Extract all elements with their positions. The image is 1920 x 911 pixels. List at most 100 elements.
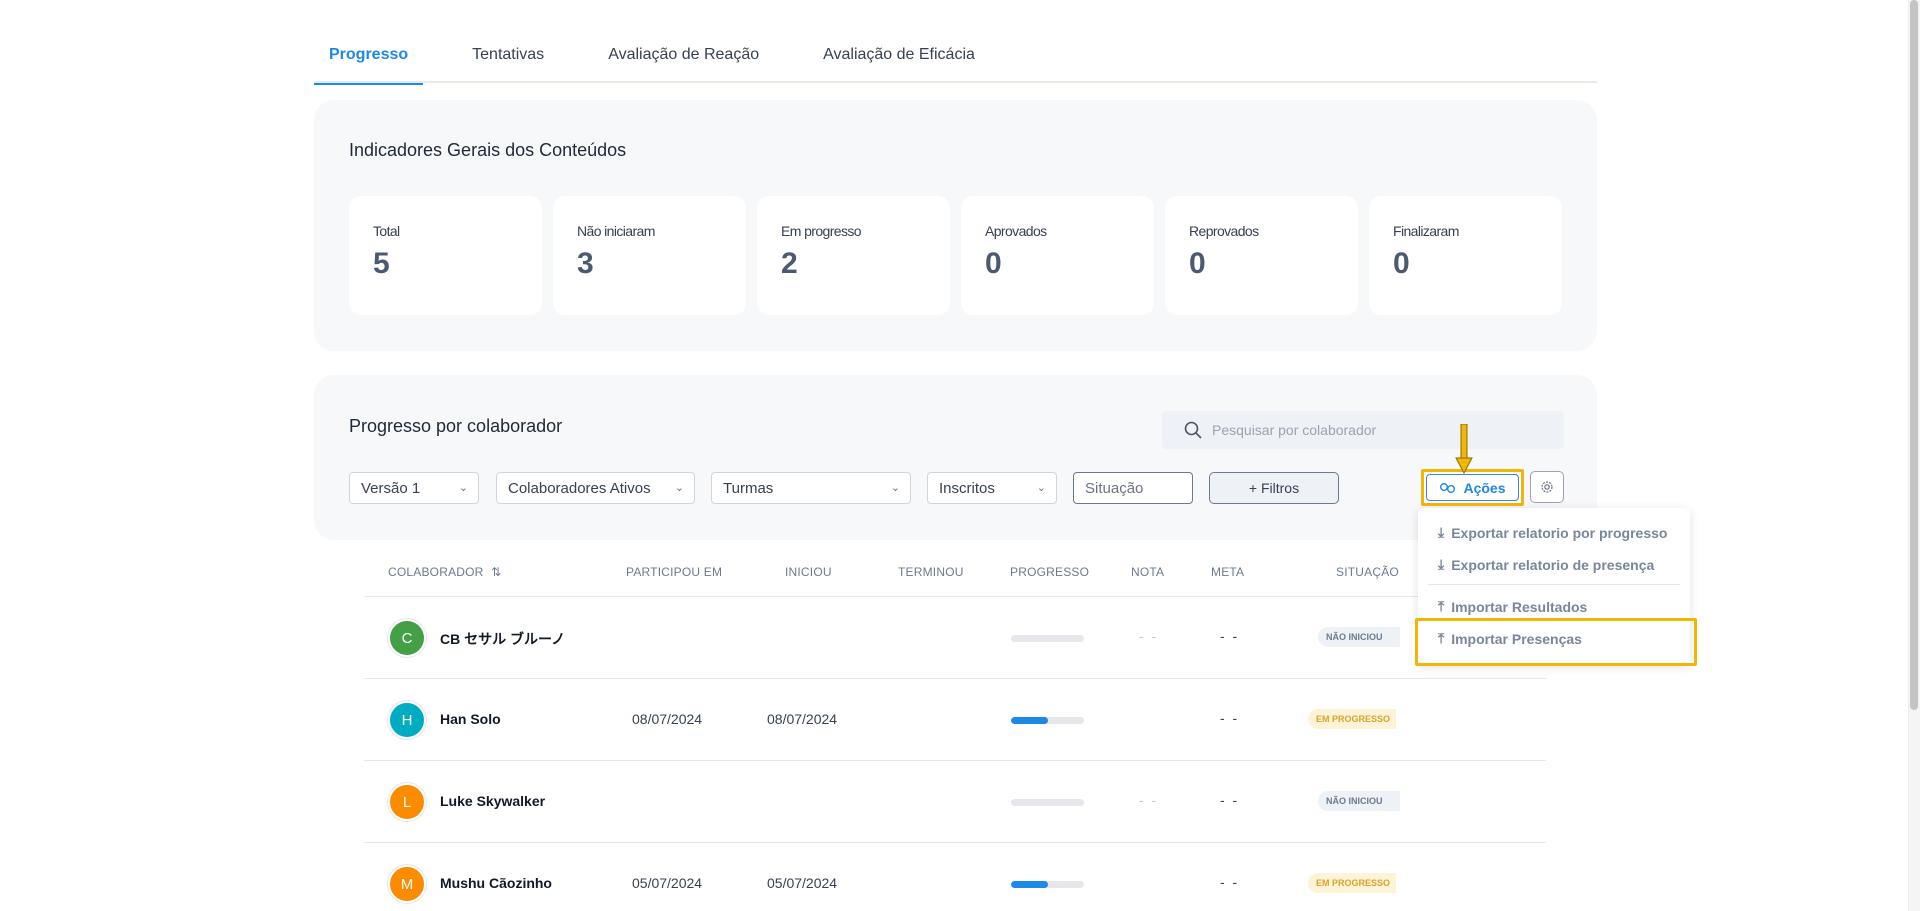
chevron-down-icon: ⌄	[1036, 482, 1046, 494]
goal-value: - -	[1220, 874, 1240, 890]
scrollbar-thumb[interactable]	[1910, 0, 1918, 710]
status-badge: EM PROGRESSO	[1308, 709, 1396, 729]
indicators-title: Indicadores Gerais dos Conteúdos	[349, 140, 627, 160]
goal-value: - -	[1220, 792, 1240, 808]
enrolled-select-value: Inscritos	[939, 480, 995, 497]
avatar: H	[388, 701, 426, 739]
menu-item-export-attendance[interactable]: ⤓ Exportar relatorio de presença	[1438, 556, 1654, 573]
indicator-value: 0	[1189, 247, 1206, 280]
table-row[interactable]: C CB セサル ブルーノ - - - - NÃO INICIOU	[364, 597, 1546, 679]
column-iniciou: INICIOU	[785, 565, 832, 579]
progress-bar	[1011, 881, 1084, 888]
started-date: 08/07/2024	[767, 711, 838, 727]
indicator-label: Reprovados	[1189, 223, 1259, 239]
settings-button[interactable]	[1530, 471, 1564, 503]
menu-item-label: Importar Resultados	[1451, 598, 1588, 615]
enrolled-select[interactable]: Inscritos ⌄	[927, 472, 1057, 504]
indicator-value: 5	[373, 247, 390, 280]
indicator-label: Aprovados	[985, 223, 1047, 239]
indicator-card-nao-iniciaram: Não iniciaram 3	[553, 196, 746, 315]
tab-bar: Progresso Tentativas Avaliação de Reação…	[314, 38, 1597, 85]
table-row[interactable]: M Mushu Cãozinho 05/07/2024 05/07/2024 -…	[364, 843, 1546, 911]
table-row[interactable]: H Han Solo 08/07/2024 08/07/2024 - - EM …	[364, 679, 1546, 761]
chevron-down-icon: ⌄	[674, 482, 684, 494]
avatar: C	[388, 619, 426, 657]
indicator-card-reprovados: Reprovados 0	[1165, 196, 1358, 315]
indicator-cards: Total 5 Não iniciaram 3 Em progresso 2 A…	[349, 196, 1562, 315]
table-header: COLABORADOR ⇅ PARTICIPOU EM INICIOU TERM…	[364, 555, 1546, 597]
indicator-card-finalizaram: Finalizaram 0	[1369, 196, 1562, 315]
indicator-card-aprovados: Aprovados 0	[961, 196, 1154, 315]
indicator-card-em-progresso: Em progresso 2	[757, 196, 950, 315]
tab-avaliacao-reacao[interactable]: Avaliação de Reação	[593, 38, 774, 83]
indicator-label: Total	[373, 223, 400, 239]
menu-item-label: Exportar relatorio de presença	[1451, 556, 1655, 573]
version-select[interactable]: Versão 1 ⌄	[349, 472, 479, 504]
version-select-value: Versão 1	[361, 480, 421, 497]
column-participou-em: PARTICIPOU EM	[626, 565, 723, 579]
column-progresso: PROGRESSO	[1010, 565, 1090, 579]
column-colaborador[interactable]: COLABORADOR ⇅	[388, 565, 501, 579]
indicator-value: 0	[985, 247, 1002, 280]
indicators-panel: Indicadores Gerais dos Conteúdos Total 5…	[314, 100, 1597, 351]
search-box[interactable]	[1162, 411, 1564, 449]
tab-tentativas[interactable]: Tentativas	[457, 38, 559, 83]
arrow-down-icon	[1455, 424, 1473, 474]
situation-field[interactable]: Situação	[1073, 472, 1193, 504]
indicator-value: 3	[577, 247, 594, 280]
status-badge: NÃO INICIOU	[1318, 791, 1400, 811]
chevron-down-icon: ⌄	[458, 482, 468, 494]
download-icon: ⤓	[1438, 524, 1445, 540]
menu-item-export-progress[interactable]: ⤓ Exportar relatorio por progresso	[1438, 524, 1667, 541]
started-date: 05/07/2024	[767, 875, 838, 891]
indicator-value: 2	[781, 247, 798, 280]
progress-bar-fill	[1011, 717, 1048, 724]
tab-progresso[interactable]: Progresso	[314, 38, 424, 85]
indicator-label: Em progresso	[781, 223, 862, 239]
progress-bar	[1011, 799, 1084, 806]
classes-select[interactable]: Turmas ⌄	[711, 472, 911, 504]
grade-value: - -	[1139, 792, 1159, 808]
indicator-label: Não iniciaram	[577, 223, 655, 239]
scrollbar[interactable]	[1908, 0, 1920, 911]
menu-divider	[1428, 584, 1680, 585]
indicator-value: 0	[1393, 247, 1410, 280]
page: Progresso Tentativas Avaliação de Reação…	[0, 0, 1920, 911]
progress-title: Progresso por colaborador	[349, 416, 563, 436]
collaborators-select-value: Colaboradores Ativos	[508, 480, 651, 497]
gear-icon	[1541, 481, 1553, 493]
situation-placeholder: Situação	[1085, 480, 1144, 497]
menu-item-import-results[interactable]: ⤒ Importar Resultados	[1438, 598, 1587, 615]
status-badge: EM PROGRESSO	[1308, 873, 1396, 893]
progress-bar	[1011, 717, 1084, 724]
menu-item-label: Exportar relatorio por progresso	[1451, 524, 1668, 541]
collaborator-name: Han Solo	[440, 711, 501, 727]
search-icon	[1184, 421, 1202, 439]
collaborators-select[interactable]: Colaboradores Ativos ⌄	[496, 472, 695, 504]
collaborator-name: Mushu Cãozinho	[440, 875, 552, 891]
search-input[interactable]	[1212, 422, 1532, 438]
status-badge: NÃO INICIOU	[1318, 627, 1400, 647]
column-nota: NOTA	[1131, 565, 1165, 579]
table-row[interactable]: L Luke Skywalker - - - - NÃO INICIOU	[364, 761, 1546, 843]
column-terminou: TERMINOU	[898, 565, 964, 579]
classes-select-value: Turmas	[723, 480, 774, 497]
collaborator-name: CB セサル ブルーノ	[440, 631, 566, 647]
avatar: M	[388, 865, 426, 903]
tab-avaliacao-eficacia[interactable]: Avaliação de Eficácia	[808, 38, 990, 83]
collaborator-name: Luke Skywalker	[440, 793, 546, 809]
column-meta: META	[1211, 565, 1245, 579]
upload-icon: ⤒	[1438, 598, 1445, 614]
goal-value: - -	[1220, 710, 1240, 726]
column-colaborador-label: COLABORADOR	[388, 565, 484, 579]
participated-date: 08/07/2024	[632, 711, 703, 727]
progress-bar-fill	[1011, 881, 1048, 888]
participated-date: 05/07/2024	[632, 875, 703, 891]
progress-bar	[1011, 635, 1084, 642]
chevron-down-icon: ⌄	[890, 482, 900, 494]
column-situacao: SITUAÇÃO	[1336, 565, 1399, 579]
actions-button[interactable]: Ações	[1421, 469, 1524, 506]
sort-icon[interactable]: ⇅	[491, 565, 501, 579]
download-icon: ⤓	[1438, 556, 1445, 572]
more-filters-button[interactable]: + Filtros	[1209, 472, 1339, 504]
